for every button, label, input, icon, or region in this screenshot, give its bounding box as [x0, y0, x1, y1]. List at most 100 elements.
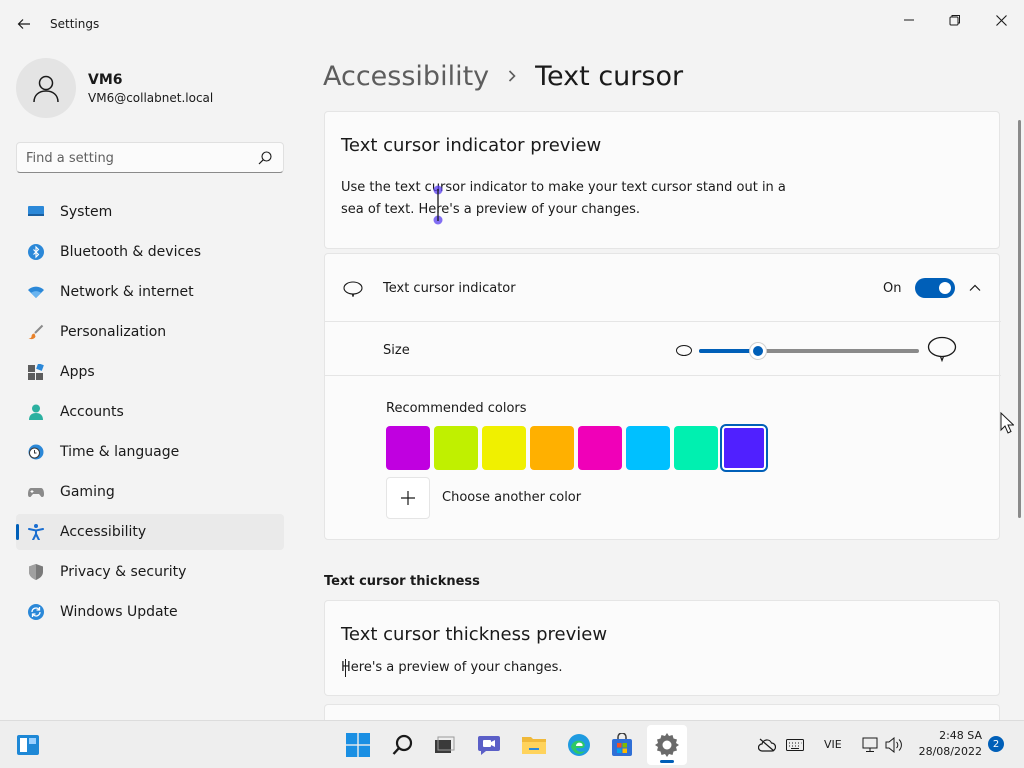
apps-icon	[28, 364, 44, 380]
file-explorer-button[interactable]	[514, 725, 554, 765]
arrow-left-icon	[17, 19, 30, 29]
restore-button[interactable]	[932, 4, 978, 36]
text-cursor-indicator-toggle[interactable]	[915, 278, 955, 298]
color-swatch[interactable]	[386, 426, 430, 470]
sidebar-item-label: Windows Update	[60, 604, 178, 620]
taskbar-search-button[interactable]	[383, 725, 423, 765]
scrollbar[interactable]	[1018, 120, 1021, 518]
clock-globe-icon	[28, 444, 44, 460]
keyboard-button[interactable]	[785, 735, 805, 755]
recommended-colors-label: Recommended colors	[386, 401, 527, 416]
sidebar-item-windows-update[interactable]: Windows Update	[16, 594, 284, 630]
color-swatch[interactable]	[674, 426, 718, 470]
back-button[interactable]	[12, 12, 36, 36]
input-language-indicator[interactable]: VIE	[824, 738, 842, 751]
minimize-button[interactable]	[886, 4, 932, 36]
store-icon	[612, 733, 632, 756]
card-title: Text cursor indicator preview	[341, 135, 602, 156]
color-swatch[interactable]	[720, 424, 768, 472]
update-icon	[28, 604, 44, 620]
sidebar-item-time-language[interactable]: Time & language	[16, 434, 284, 470]
windows-logo-icon	[346, 733, 370, 757]
sidebar-item-label: Personalization	[60, 324, 167, 340]
title-bar: Settings	[0, 0, 1024, 48]
sidebar-nav: System Bluetooth & devices Network & int…	[16, 194, 284, 634]
folder-icon	[522, 737, 546, 754]
sidebar-item-label: System	[60, 204, 113, 220]
store-button[interactable]	[602, 725, 642, 765]
chevron-right-icon	[509, 70, 516, 82]
text-cursor-indicator-card: Text cursor indicator On Size Recommende…	[324, 253, 1001, 540]
color-swatch[interactable]	[434, 426, 478, 470]
keyboard-icon	[786, 739, 804, 751]
chevron-up-icon[interactable]	[967, 280, 983, 296]
widgets-icon	[17, 735, 39, 755]
slider-thumb[interactable]	[749, 342, 768, 360]
sidebar-item-label: Privacy & security	[60, 564, 187, 580]
notification-badge[interactable]: 2	[988, 736, 1004, 752]
sidebar-item-privacy[interactable]: Privacy & security	[16, 554, 284, 590]
edge-button[interactable]	[559, 725, 599, 765]
color-swatch[interactable]	[578, 426, 622, 470]
shield-icon	[29, 564, 43, 580]
speaker-icon	[885, 737, 902, 753]
sidebar-item-accounts[interactable]: Accounts	[16, 394, 284, 430]
edge-browser-icon	[568, 734, 590, 756]
color-swatch[interactable]	[482, 426, 526, 470]
sidebar-item-accessibility[interactable]: Accessibility	[16, 514, 284, 550]
choose-color-button[interactable]	[386, 477, 430, 519]
sidebar-item-label: Network & internet	[60, 284, 194, 300]
task-view-button[interactable]	[424, 725, 464, 765]
sidebar-item-personalization[interactable]: Personalization	[16, 314, 284, 350]
section-heading: Text cursor thickness	[324, 574, 480, 589]
size-slider[interactable]	[699, 342, 919, 360]
card-title: Text cursor thickness preview	[341, 624, 608, 645]
sidebar-item-label: Time & language	[60, 444, 180, 460]
small-indicator-icon	[676, 345, 692, 356]
gamepad-icon	[28, 488, 44, 497]
start-button[interactable]	[338, 725, 378, 765]
clock-date[interactable]: 28/08/2022	[908, 745, 982, 758]
chat-button[interactable]	[469, 725, 509, 765]
gear-icon	[655, 733, 679, 757]
task-view-icon	[435, 736, 455, 753]
color-swatch[interactable]	[626, 426, 670, 470]
search-input[interactable]	[26, 149, 246, 167]
sidebar-item-network[interactable]: Network & internet	[16, 274, 284, 310]
sidebar-item-system[interactable]: System	[16, 194, 284, 230]
avatar	[16, 58, 76, 118]
user-email: VM6@collabnet.local	[88, 91, 214, 105]
text-cursor-preview-card: Text cursor indicator preview Use the te…	[324, 111, 1000, 249]
color-swatch[interactable]	[530, 426, 574, 470]
breadcrumb-parent-link[interactable]: Accessibility	[323, 61, 489, 92]
search-box[interactable]	[16, 142, 284, 173]
taskbar: VIE 2:48 SA 28/08/2022 2	[0, 720, 1024, 768]
text-cursor-indicator-label: Text cursor indicator	[383, 281, 516, 296]
onedrive-offline-button[interactable]	[757, 735, 777, 755]
volume-button[interactable]	[884, 735, 904, 755]
restore-icon	[949, 15, 960, 26]
choose-another-color-label[interactable]: Choose another color	[442, 490, 581, 505]
mouse-pointer-icon	[1000, 412, 1014, 434]
sidebar-item-gaming[interactable]: Gaming	[16, 474, 284, 510]
monitor-icon	[28, 206, 44, 216]
widgets-button[interactable]	[8, 725, 48, 765]
person-icon	[33, 75, 59, 103]
size-label: Size	[383, 343, 410, 358]
settings-app-button[interactable]	[647, 725, 687, 765]
text-cursor-indicator-preview-icon	[433, 185, 443, 225]
sidebar-item-bluetooth[interactable]: Bluetooth & devices	[16, 234, 284, 270]
page-title: Text cursor	[535, 60, 684, 92]
search-icon	[258, 151, 272, 165]
close-button[interactable]	[978, 4, 1024, 36]
wifi-icon	[28, 286, 44, 298]
teams-chat-icon	[478, 736, 500, 755]
network-status-button[interactable]	[860, 735, 880, 755]
sidebar-item-label: Bluetooth & devices	[60, 244, 202, 260]
sidebar-item-label: Accounts	[60, 404, 124, 420]
clock-time[interactable]: 2:48 SA	[908, 729, 982, 742]
user-profile[interactable]: VM6 VM6@collabnet.local	[16, 58, 296, 118]
sidebar-item-apps[interactable]: Apps	[16, 354, 284, 390]
brush-icon	[28, 324, 44, 340]
user-name: VM6	[88, 72, 123, 88]
